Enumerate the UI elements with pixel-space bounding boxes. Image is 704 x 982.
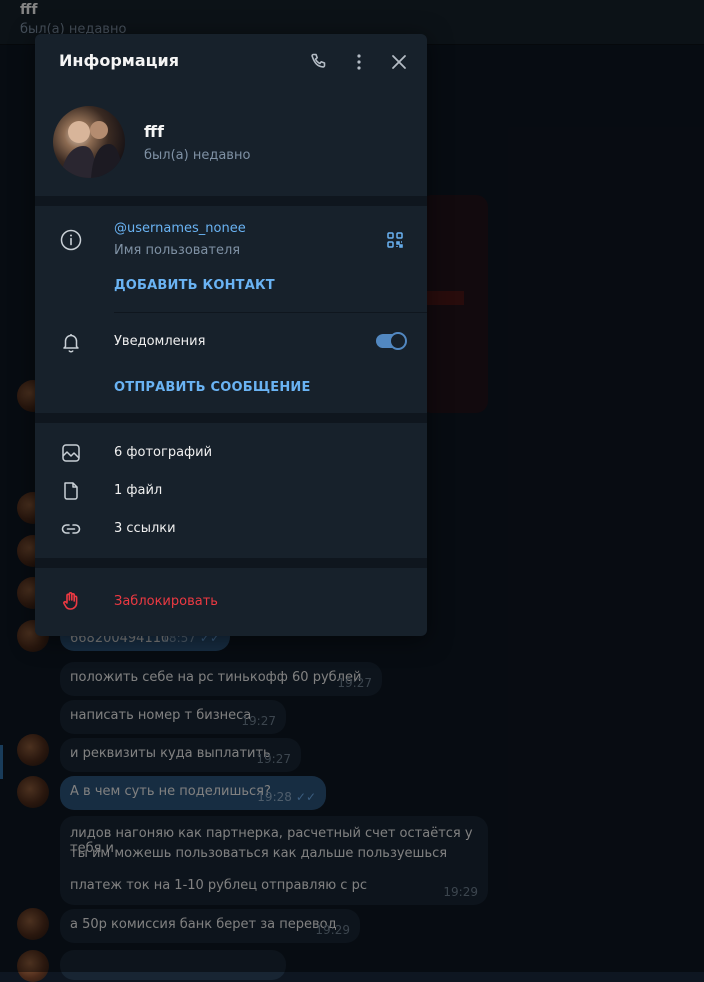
info-dialog: Информация fff был(а) недавно @usernames… [35, 34, 427, 636]
profile-name: fff [144, 122, 164, 141]
qr-code-icon [387, 232, 403, 248]
username-label: Имя пользователя [114, 243, 241, 258]
call-button[interactable] [307, 50, 331, 74]
media-photos[interactable]: 6 фотографий [114, 445, 212, 460]
dialog-title: Информация [59, 51, 179, 70]
qr-code-button[interactable] [383, 228, 407, 252]
link-icon [59, 517, 83, 541]
more-button[interactable] [347, 50, 371, 74]
divider [114, 312, 427, 313]
more-vertical-icon [357, 54, 361, 70]
section-separator [35, 196, 427, 206]
notifications-toggle[interactable] [376, 332, 407, 350]
file-icon [59, 479, 83, 503]
profile-status: был(а) недавно [144, 148, 251, 163]
add-contact-button[interactable]: ДОБАВИТЬ КОНТАКТ [114, 278, 275, 293]
profile-avatar[interactable] [53, 106, 125, 178]
info-icon [59, 228, 83, 252]
section-separator [35, 413, 427, 423]
block-hand-icon [59, 589, 83, 613]
media-files[interactable]: 1 файл [114, 483, 162, 498]
send-message-button[interactable]: ОТПРАВИТЬ СООБЩЕНИЕ [114, 380, 311, 395]
media-links[interactable]: 3 ссылки [114, 521, 176, 536]
section-separator [35, 558, 427, 568]
photo-icon [59, 441, 83, 465]
phone-icon [311, 53, 326, 68]
close-button[interactable] [387, 50, 411, 74]
close-icon [392, 55, 406, 69]
block-button[interactable]: Заблокировать [114, 594, 218, 609]
notifications-label: Уведомления [114, 334, 206, 349]
username-value[interactable]: @usernames_nonee [114, 221, 246, 236]
bell-icon [59, 330, 83, 354]
